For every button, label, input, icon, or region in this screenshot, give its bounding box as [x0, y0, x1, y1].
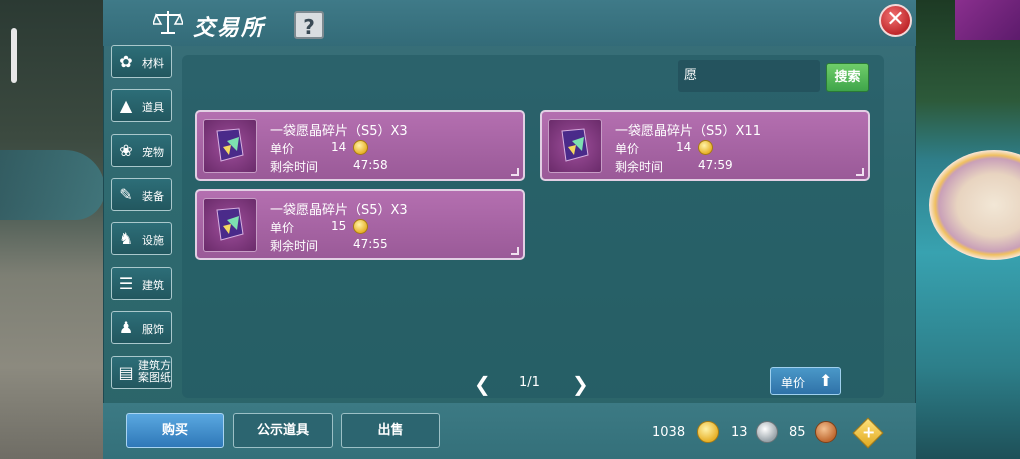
sort-by-price-button[interactable]: 单价 ⬆ [770, 367, 841, 395]
category-label: 建筑 [142, 279, 164, 292]
game-scene-left [0, 0, 105, 459]
time-remaining: 47:59 [698, 158, 733, 172]
price-label: 单价 [615, 142, 640, 156]
blueprint-icon: ▤ [118, 363, 134, 382]
category-label: 道具 [142, 101, 164, 114]
sort-label: 单价 [781, 376, 806, 390]
category-blueprints[interactable]: ▤ 建筑方案图纸 [111, 356, 172, 389]
time-label: 剩余时间 [270, 160, 319, 174]
plus-icon: + [862, 422, 876, 442]
listing-card[interactable]: 一袋愿晶碎片（S5）X3 单价 14 剩余时间 47:58 [195, 110, 525, 181]
corner-mark [856, 168, 864, 176]
category-facilities[interactable]: ♞ 设施 [111, 222, 172, 255]
page-indicator: 1/1 [519, 375, 540, 390]
category-pets[interactable]: ❀ 宠物 [111, 134, 172, 167]
scene-banner [955, 0, 1020, 40]
listing-card[interactable]: 一袋愿晶碎片（S5）X11 单价 14 剩余时间 47:59 [540, 110, 870, 181]
gold-coin-icon [698, 140, 713, 155]
category-materials[interactable]: ✿ 材料 [111, 45, 172, 78]
wish-crystal-bag-icon [548, 119, 602, 173]
arrow-up-icon: ⬆ [819, 371, 833, 390]
gold-amount: 1038 [652, 425, 686, 440]
bronze-amount: 85 [789, 425, 806, 440]
time-remaining: 47:58 [353, 158, 388, 172]
equipment-icon: ✎ [119, 185, 133, 204]
wish-crystal-bag-icon [203, 198, 257, 252]
category-buildings[interactable]: ☰ 建筑 [111, 267, 172, 300]
prev-page-button[interactable]: ❮ [474, 372, 491, 396]
close-button[interactable]: ✕ [879, 4, 912, 37]
flask-icon: ▲ [119, 96, 133, 115]
category-label: 装备 [142, 190, 164, 203]
scene-water [0, 150, 105, 220]
gold-coin-icon [353, 219, 368, 234]
building-icon: ☰ [118, 274, 134, 293]
silver-amount: 13 [731, 425, 748, 440]
title-bar: 交易所 ? [103, 0, 916, 46]
bronze-coin-icon [815, 421, 837, 443]
sell-tab-button[interactable]: 出售 [341, 413, 440, 448]
scene-disc [929, 150, 1020, 260]
page-title: 交易所 [193, 16, 266, 41]
category-label: 设施 [142, 234, 164, 247]
material-icon: ✿ [119, 52, 133, 71]
buy-tab-button[interactable]: 购买 [126, 413, 224, 448]
silver-coin-icon [756, 421, 778, 443]
corner-mark [511, 247, 519, 255]
category-items[interactable]: ▲ 道具 [111, 89, 172, 122]
category-label: 建筑方案图纸 [138, 359, 171, 384]
time-label: 剩余时间 [270, 239, 319, 253]
price-label: 单价 [270, 221, 295, 235]
facility-icon: ♞ [118, 229, 134, 248]
price-label: 单价 [270, 142, 295, 156]
item-name: 一袋愿晶碎片（S5）X3 [270, 124, 408, 139]
category-label: 材料 [142, 57, 164, 70]
item-name: 一袋愿晶碎片（S5）X3 [270, 203, 408, 218]
category-clothing[interactable]: ♟ 服饰 [111, 311, 172, 344]
search-input[interactable]: 愿 [678, 60, 820, 92]
game-scene-right [915, 0, 1020, 459]
clothing-icon: ♟ [118, 318, 134, 337]
time-remaining: 47:55 [353, 237, 388, 251]
gold-coin-icon [353, 140, 368, 155]
search-button[interactable]: 搜索 [826, 63, 869, 92]
item-price: 14 [331, 140, 347, 154]
listing-card[interactable]: 一袋愿晶碎片（S5）X3 单价 15 剩余时间 47:55 [195, 189, 525, 260]
item-price: 14 [676, 140, 692, 154]
item-name: 一袋愿晶碎片（S5）X11 [615, 124, 761, 139]
paw-icon: ❀ [119, 141, 133, 160]
wish-crystal-bag-icon [203, 119, 257, 173]
public-items-tab-button[interactable]: 公示道具 [233, 413, 333, 448]
help-button[interactable]: ? [294, 11, 324, 39]
scales-icon [153, 11, 183, 34]
time-label: 剩余时间 [615, 160, 664, 174]
item-price: 15 [331, 219, 347, 233]
gold-coin-icon [697, 421, 719, 443]
next-page-button[interactable]: ❯ [572, 372, 589, 396]
category-label: 宠物 [142, 146, 164, 159]
category-label: 服饰 [142, 323, 164, 336]
category-equipment[interactable]: ✎ 装备 [111, 178, 172, 211]
corner-mark [511, 168, 519, 176]
side-scrollbar[interactable] [11, 28, 17, 83]
